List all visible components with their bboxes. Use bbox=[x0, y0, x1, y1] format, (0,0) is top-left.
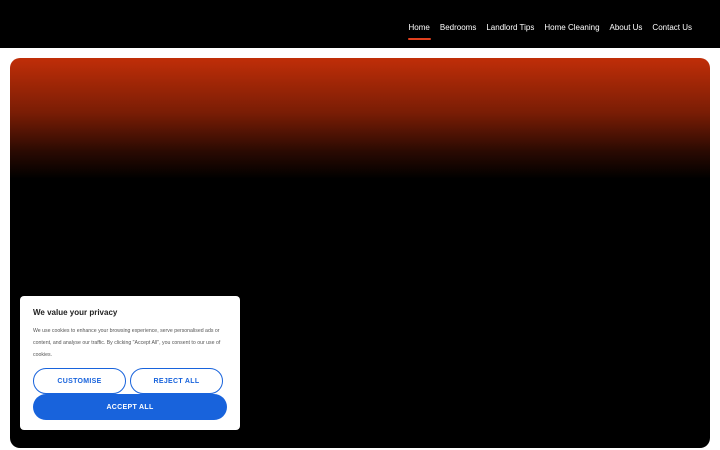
cookie-description: We use cookies to enhance your browsing … bbox=[33, 328, 221, 358]
cookie-consent-dialog: We value your privacy We use cookies to … bbox=[20, 296, 240, 430]
top-nav-bar: Home Bedrooms Landlord Tips Home Cleanin… bbox=[0, 0, 720, 48]
nav-item-contact-us[interactable]: Contact Us bbox=[652, 22, 692, 38]
cookie-title: We value your privacy bbox=[33, 308, 118, 317]
nav-item-landlord-tips[interactable]: Landlord Tips bbox=[486, 22, 534, 38]
nav-item-bedrooms[interactable]: Bedrooms bbox=[440, 22, 476, 38]
nav-item-home[interactable]: Home bbox=[407, 22, 432, 40]
nav-item-about-us[interactable]: About Us bbox=[610, 22, 643, 38]
nav-item-home-cleaning[interactable]: Home Cleaning bbox=[544, 22, 599, 38]
main-nav: Home Bedrooms Landlord Tips Home Cleanin… bbox=[407, 22, 692, 40]
accept-all-button[interactable]: ACCEPT ALL bbox=[33, 394, 227, 420]
reject-all-button[interactable]: REJECT ALL bbox=[130, 368, 223, 394]
cookie-button-row: CUSTOMISE REJECT ALL bbox=[33, 368, 223, 394]
customise-button[interactable]: CUSTOMISE bbox=[33, 368, 126, 394]
